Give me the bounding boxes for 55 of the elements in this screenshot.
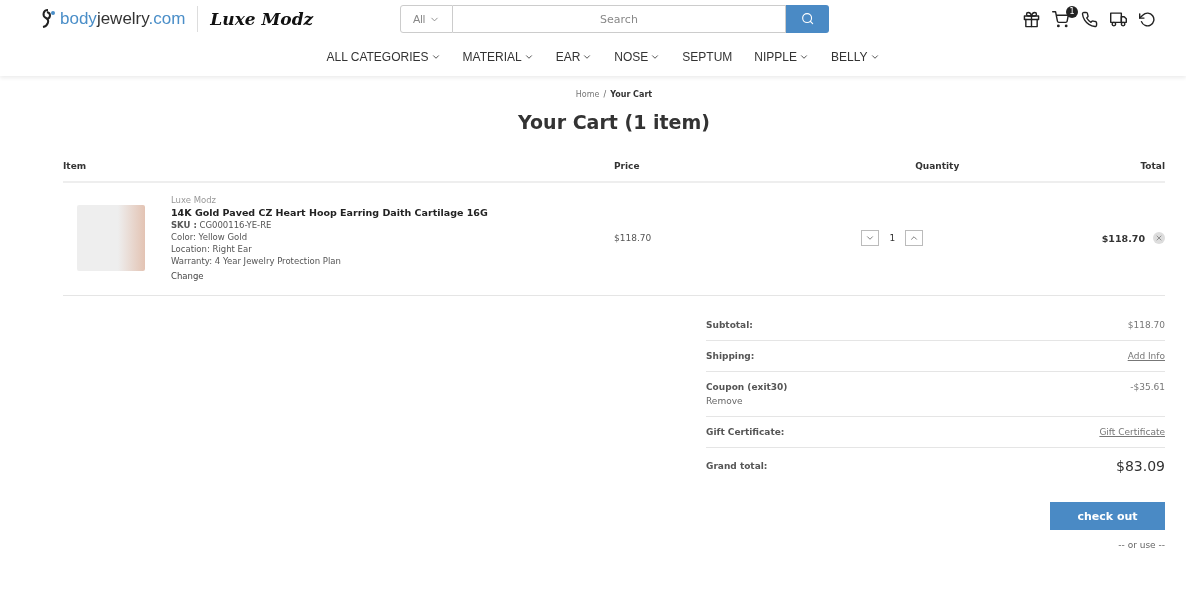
photo-placeholder: [77, 205, 145, 271]
item-price: $118.70: [614, 233, 653, 243]
product-sku: SKU : CG000116-YE-RE: [171, 220, 273, 230]
breadcrumb-link[interactable]: Home: [575, 90, 600, 99]
column-header: Quantity: [915, 161, 960, 171]
nav-item[interactable]: MATERIAL: [462, 50, 534, 64]
summary-link[interactable]: Gift Certificate: [1099, 427, 1165, 437]
checkout-button[interactable]: check out: [1050, 502, 1165, 530]
phone-icon[interactable]: [1081, 10, 1098, 28]
sub-brand-logo[interactable]: Luxe Modz: [210, 9, 314, 29]
logo-text[interactable]: bodyjewelry.com: [60, 9, 186, 29]
change-link[interactable]: Change: [171, 271, 488, 281]
nav-item[interactable]: ALL CATEGORIES: [326, 50, 441, 64]
item-total: $118.70: [1101, 232, 1145, 244]
close-icon: [1155, 234, 1163, 242]
summary-value: $118.70: [1127, 320, 1165, 330]
remove-coupon-link[interactable]: Remove: [706, 396, 788, 406]
column-header: Total: [1140, 161, 1165, 171]
cart-icon[interactable]: [1052, 10, 1069, 28]
column-header: Item: [63, 161, 87, 171]
summary-label: Grand total:: [706, 461, 768, 471]
column-header: Price: [614, 161, 640, 171]
search-icon: [800, 12, 815, 26]
nav-item[interactable]: BELLY: [831, 50, 880, 64]
search-scope-dropdown[interactable]: All: [400, 5, 453, 33]
breadcrumb-separator: /: [603, 90, 607, 99]
search-field[interactable]: Search: [453, 5, 786, 33]
breadcrumb-link[interactable]: Your Cart: [610, 90, 653, 99]
summary-label: Coupon (exit30): [706, 382, 788, 392]
product-option: Color: Yellow Gold: [171, 232, 488, 242]
chevron-up-icon: [909, 233, 920, 243]
summary-label: Shipping:: [706, 351, 755, 361]
search-button[interactable]: [786, 5, 829, 33]
chevron-down-icon: [865, 233, 876, 243]
undo-icon[interactable]: [1139, 10, 1156, 28]
product-name[interactable]: 14K Gold Paved CZ Heart Hoop Earring Daith Cartilage 16G: [171, 207, 488, 218]
product-option: Location: Right Ear: [171, 244, 488, 254]
page-title: Your Cart (1 item): [517, 111, 711, 133]
summary-value: $83.09: [1116, 458, 1165, 474]
cart-count-badge: 1: [1066, 5, 1078, 18]
gift-icon[interactable]: [1023, 10, 1040, 28]
nav-item[interactable]: NOSE: [614, 50, 661, 64]
or-use-text: -- or use --: [1117, 540, 1165, 550]
remove-button[interactable]: [1153, 232, 1165, 244]
truck-icon[interactable]: [1110, 10, 1127, 28]
nav-item[interactable]: EAR: [555, 50, 593, 64]
nav-item[interactable]: NIPPLE: [754, 50, 810, 64]
summary-value: -$35.61: [1130, 382, 1165, 392]
product-option: Warranty: 4 Year Jewelry Protection Plan: [171, 256, 488, 266]
nav-item[interactable]: SEPTUM: [682, 50, 733, 64]
summary-label: Gift Certificate:: [706, 427, 785, 437]
quantity-value[interactable]: 1: [889, 233, 896, 243]
product-brand: Luxe Modz: [171, 195, 218, 205]
summary-link[interactable]: Add Info: [1127, 351, 1165, 361]
summary-label: Subtotal:: [706, 320, 753, 330]
